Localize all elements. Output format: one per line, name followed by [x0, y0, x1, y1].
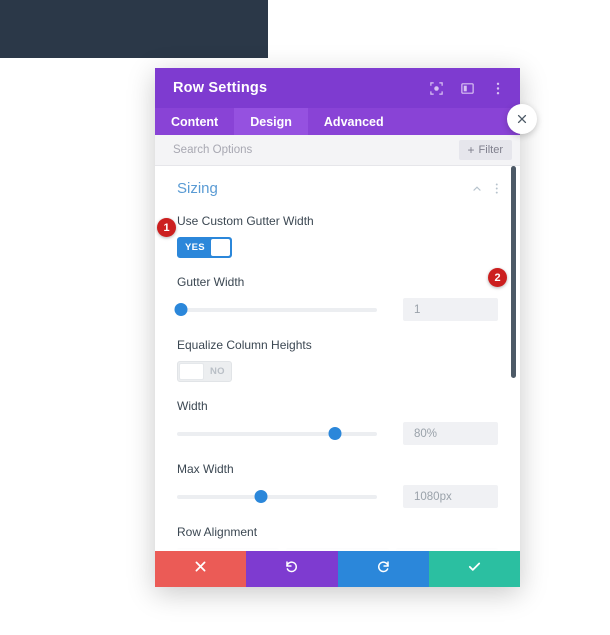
field-label: Use Custom Gutter Width	[177, 214, 314, 228]
close-button[interactable]	[507, 104, 537, 134]
field-row-alignment: Row Alignment	[177, 525, 498, 551]
undo-icon	[284, 559, 299, 579]
slider-track	[177, 431, 377, 436]
gutter-width-slider[interactable]	[174, 302, 377, 318]
titlebar-icon-group	[428, 80, 506, 96]
settings-scroll-area: Sizing Use Custom Gutter Width YES Gutte…	[155, 166, 520, 551]
row-alignment-right-button[interactable]	[395, 548, 498, 551]
layout-panel-icon[interactable]	[459, 80, 475, 96]
width-value-input[interactable]: 80%	[403, 422, 498, 445]
row-alignment-button-group	[177, 548, 498, 551]
max-width-slider[interactable]	[177, 489, 377, 505]
use-custom-gutter-width-toggle[interactable]: YES	[177, 237, 232, 258]
gutter-width-control: 1	[174, 298, 498, 321]
modal-footer-actions	[155, 551, 520, 587]
plus-icon: +	[467, 143, 475, 157]
sizing-section-header: Sizing	[177, 180, 498, 197]
filter-button[interactable]: + Filter	[458, 140, 512, 160]
page-title: Row Settings	[173, 80, 268, 96]
slider-handle[interactable]	[328, 427, 342, 440]
field-equalize-column-heights: Equalize Column Heights NO	[177, 338, 498, 382]
field-gutter-width: Gutter Width 1	[174, 275, 498, 321]
equalize-column-heights-toggle[interactable]: NO	[177, 361, 232, 382]
toggle-state-label: NO	[210, 366, 225, 377]
field-label: Width	[177, 399, 208, 413]
save-button[interactable]	[428, 551, 520, 587]
undo-button[interactable]	[246, 551, 338, 587]
background-dark-block	[0, 0, 268, 58]
chevron-up-icon[interactable]	[471, 183, 483, 195]
modal-tabs: Content Design Advanced	[155, 108, 520, 135]
tab-design[interactable]: Design	[234, 108, 308, 135]
row-alignment-left-button[interactable]	[177, 548, 280, 551]
search-input[interactable]	[173, 144, 459, 156]
modal-titlebar: Row Settings	[155, 68, 520, 108]
toggle-state-label: YES	[185, 242, 205, 253]
slider-track	[177, 494, 377, 499]
target-icon[interactable]	[428, 80, 444, 96]
close-icon	[517, 114, 527, 124]
annotation-badge-2: 2	[488, 268, 507, 287]
align-center-icon	[331, 550, 344, 551]
settings-scrollbar-track[interactable]	[511, 166, 516, 551]
arrow-left-to-line-icon	[220, 550, 237, 551]
cancel-button[interactable]	[155, 551, 247, 587]
field-max-width: Max Width 1080px	[177, 462, 498, 508]
width-control: 80%	[177, 422, 498, 445]
settings-scrollbar-thumb[interactable]	[511, 166, 516, 378]
max-width-control: 1080px	[177, 485, 498, 508]
gutter-width-value-input[interactable]: 1	[403, 298, 498, 321]
toggle-knob	[179, 363, 204, 380]
check-icon	[467, 559, 482, 579]
tab-content[interactable]: Content	[155, 108, 234, 135]
max-width-value-input[interactable]: 1080px	[403, 485, 498, 508]
redo-icon	[376, 559, 391, 579]
field-label: Max Width	[177, 462, 234, 476]
close-icon	[194, 560, 207, 578]
slider-handle[interactable]	[174, 303, 188, 316]
arrow-right-to-line-icon	[438, 550, 455, 551]
toggle-knob	[210, 239, 230, 256]
annotation-badge-1: 1	[157, 218, 176, 237]
slider-track	[177, 307, 377, 312]
tab-advanced[interactable]: Advanced	[308, 108, 400, 135]
more-vertical-icon[interactable]	[495, 182, 499, 195]
section-title: Sizing	[177, 180, 218, 197]
filter-button-label: Filter	[478, 144, 503, 156]
more-vertical-icon[interactable]	[490, 80, 506, 96]
row-settings-modal: Row Settings Content Design Advanced Sea…	[155, 68, 520, 587]
slider-handle[interactable]	[254, 490, 268, 503]
field-label: Row Alignment	[177, 525, 258, 539]
field-width: Width 80%	[177, 399, 498, 445]
section-header-actions	[471, 182, 499, 195]
field-label: Gutter Width	[177, 275, 245, 289]
search-bar: + Filter	[155, 135, 520, 166]
row-alignment-center-button[interactable]	[286, 548, 389, 551]
field-label: Equalize Column Heights	[177, 338, 312, 352]
redo-button[interactable]	[337, 551, 429, 587]
settings-content: Sizing Use Custom Gutter Width YES Gutte…	[155, 166, 520, 551]
field-use-custom-gutter-width: Use Custom Gutter Width YES	[177, 214, 498, 258]
width-slider[interactable]	[177, 426, 377, 442]
